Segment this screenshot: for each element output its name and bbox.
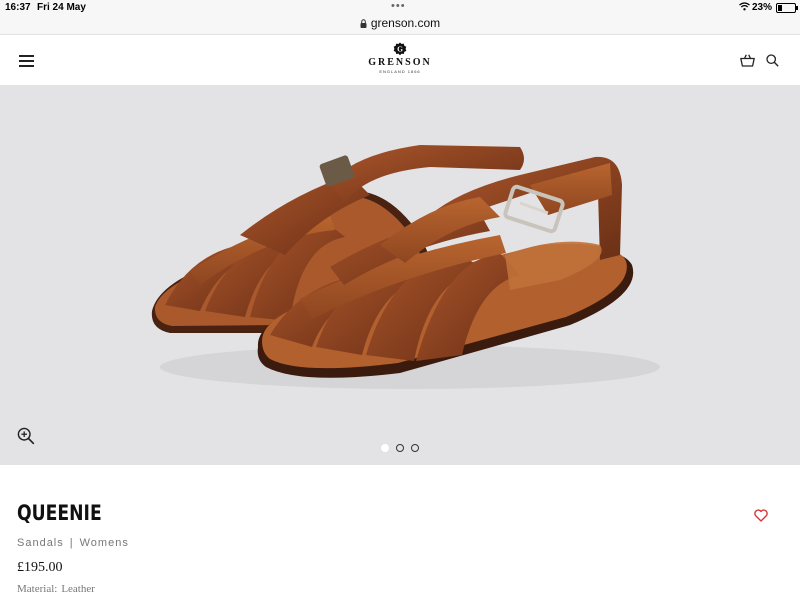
status-bar: 16:37 Fri 24 May ••• grenson.com 23% bbox=[0, 0, 800, 34]
brand-logo[interactable]: G GRENSON ENGLAND 1866 bbox=[360, 42, 440, 74]
more-dots-icon[interactable]: ••• bbox=[391, 0, 406, 12]
status-time: 16:37 bbox=[5, 2, 31, 13]
carousel-dot[interactable] bbox=[411, 444, 419, 452]
material-value: Leather bbox=[61, 583, 95, 595]
breadcrumb-separator: | bbox=[69, 537, 74, 549]
menu-icon[interactable] bbox=[19, 55, 34, 67]
product-breadcrumb: Sandals | Womens bbox=[17, 537, 129, 549]
status-date: Fri 24 May bbox=[37, 2, 86, 13]
carousel-dot[interactable] bbox=[396, 444, 404, 452]
emblem-letter: G bbox=[397, 45, 403, 54]
product-image bbox=[151, 145, 660, 389]
site-header: G GRENSON ENGLAND 1866 bbox=[0, 34, 800, 86]
search-icon[interactable] bbox=[766, 54, 779, 67]
product-image-gallery[interactable] bbox=[0, 85, 800, 465]
product-price: £195.00 bbox=[17, 560, 63, 575]
material-label: Material: bbox=[17, 583, 58, 595]
battery-icon bbox=[776, 3, 798, 13]
product-title: QUEENIE bbox=[17, 501, 102, 525]
category-link[interactable]: Sandals bbox=[17, 537, 64, 549]
basket-icon[interactable] bbox=[740, 54, 755, 67]
wifi-icon bbox=[739, 2, 750, 11]
heart-icon[interactable] bbox=[754, 509, 768, 522]
brand-name: GRENSON bbox=[368, 57, 432, 68]
battery-percentage: 23% bbox=[752, 2, 773, 13]
brand-tagline: ENGLAND 1866 bbox=[379, 69, 421, 74]
emblem-icon: G bbox=[393, 42, 407, 56]
zoom-in-icon[interactable] bbox=[17, 427, 35, 445]
product-info: QUEENIE Sandals | Womens £195.00 Material:… bbox=[0, 465, 800, 600]
address-bar[interactable]: grenson.com bbox=[0, 16, 800, 30]
lock-icon bbox=[360, 19, 367, 28]
product-material: Material: Leather bbox=[17, 583, 95, 595]
gender-link[interactable]: Womens bbox=[80, 537, 129, 549]
carousel-dot[interactable] bbox=[381, 444, 389, 452]
address-url: grenson.com bbox=[370, 16, 441, 30]
